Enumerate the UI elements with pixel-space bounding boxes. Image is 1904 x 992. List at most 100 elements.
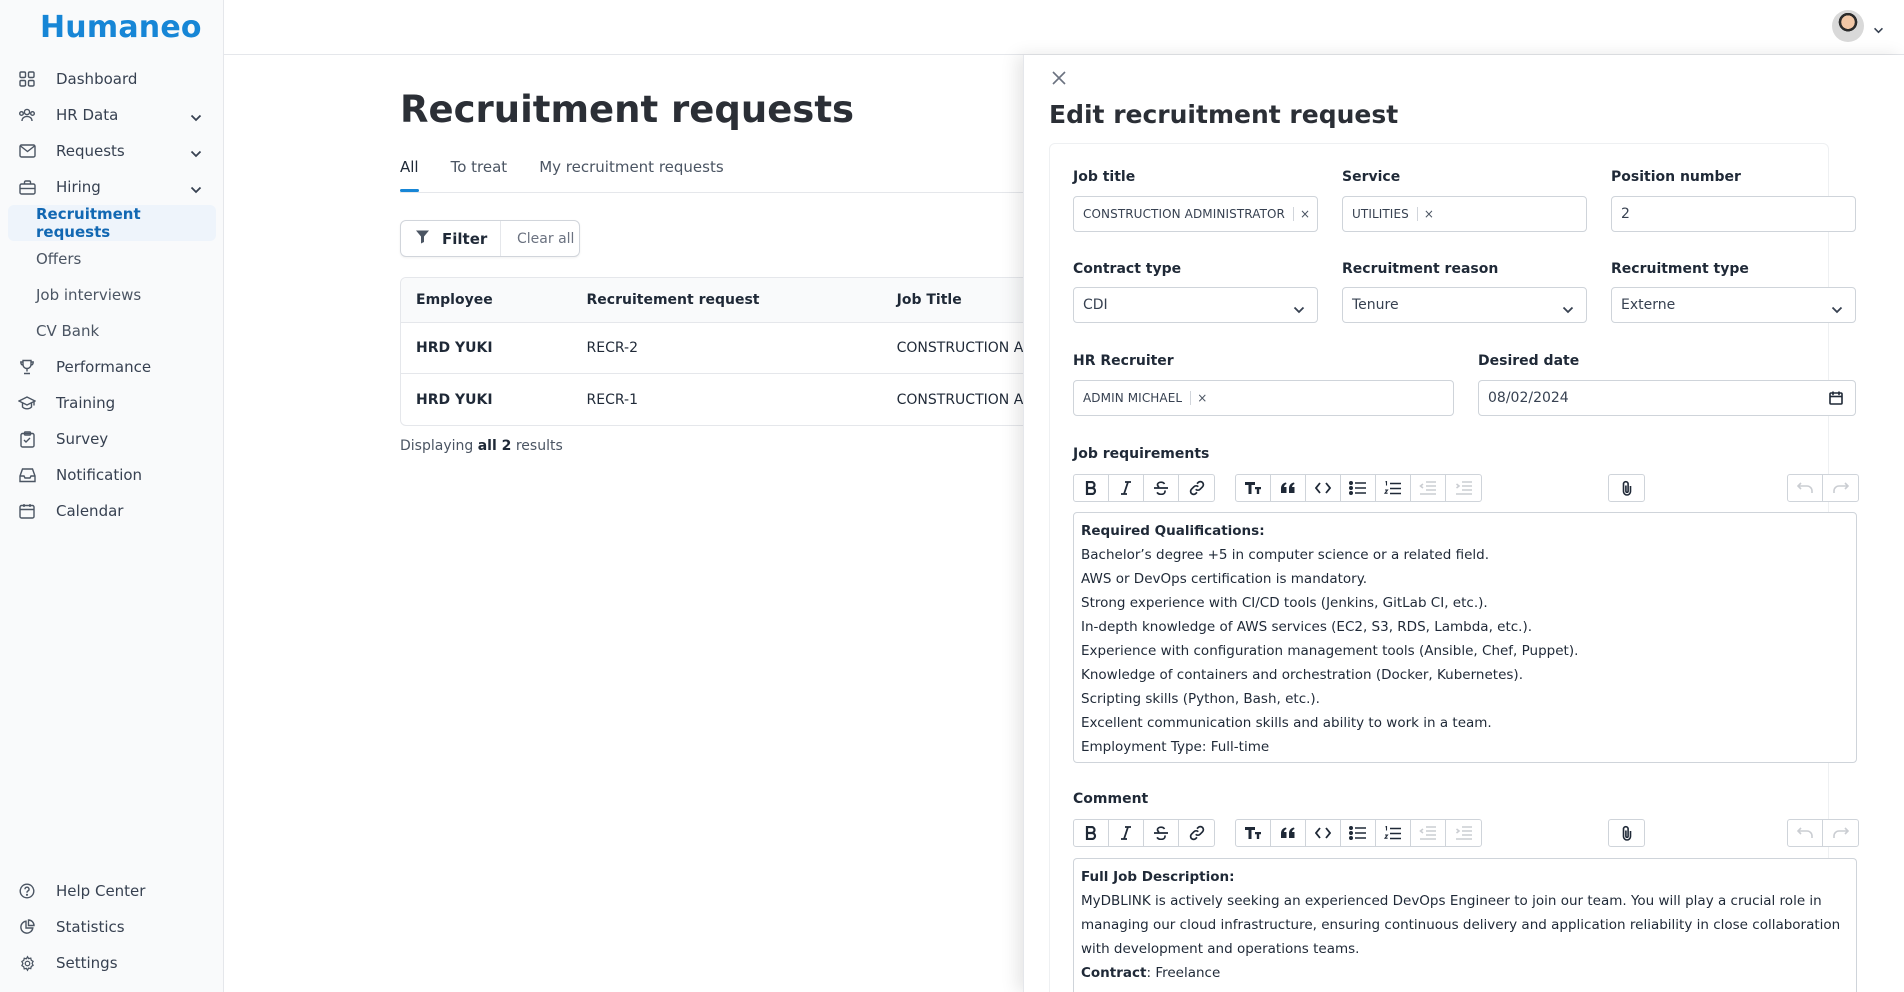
sidebar-item-label: Dashboard — [56, 70, 138, 88]
mail-icon — [18, 142, 36, 160]
table-row[interactable]: HRD YUKI RECR-1 CONSTRUCTION AD — [401, 374, 1099, 425]
italic-button[interactable] — [1109, 475, 1144, 501]
sidebar-item-cv-bank[interactable]: CV Bank — [8, 313, 216, 349]
undo-button[interactable] — [1788, 820, 1823, 846]
remove-icon[interactable]: × — [1197, 391, 1207, 405]
quote-button[interactable] — [1271, 820, 1306, 846]
chart-icon — [18, 918, 36, 936]
sidebar-item-settings[interactable]: Settings — [8, 945, 216, 981]
bullet-list-button[interactable] — [1341, 475, 1376, 501]
inbox-icon — [18, 466, 36, 484]
position-number-input[interactable]: 2 — [1611, 196, 1856, 232]
toolbar-group-attach — [1608, 474, 1645, 502]
sidebar-item-dashboard[interactable]: Dashboard — [8, 61, 216, 97]
graduation-icon — [18, 394, 36, 412]
attach-icon[interactable] — [1609, 820, 1644, 846]
recruitment-type-select[interactable]: Externe — [1611, 287, 1856, 323]
filter-icon — [415, 229, 430, 248]
sidebar-item-offers[interactable]: Offers — [8, 241, 216, 277]
bottom-nav: Help Center Statistics Settings — [8, 873, 216, 981]
indent-button[interactable] — [1446, 475, 1481, 501]
sidebar-item-survey[interactable]: Survey — [8, 421, 216, 457]
remove-icon[interactable]: × — [1424, 207, 1434, 221]
code-button[interactable] — [1306, 475, 1341, 501]
sidebar-item-label: Settings — [56, 954, 118, 972]
sidebar-item-label: Survey — [56, 430, 109, 448]
numbered-list-button[interactable] — [1376, 820, 1411, 846]
redo-button[interactable] — [1823, 475, 1858, 501]
contract-type-select[interactable]: CDI — [1073, 287, 1318, 323]
chevron-down-icon[interactable] — [190, 180, 202, 198]
toolbar-group-format — [1073, 474, 1215, 502]
outdent-button[interactable] — [1411, 820, 1446, 846]
comment-toolbar — [1073, 819, 1859, 847]
undo-button[interactable] — [1788, 475, 1823, 501]
clear-all-button[interactable]: Clear all — [501, 231, 574, 247]
toolbar-group-blocks — [1235, 474, 1482, 502]
attach-icon[interactable] — [1609, 475, 1644, 501]
italic-button[interactable] — [1109, 820, 1144, 846]
desired-date-input[interactable]: 08/02/2024 — [1478, 380, 1856, 416]
filter-button[interactable]: Filter — [401, 221, 501, 256]
drawer-title: Edit recruitment request — [1049, 100, 1399, 129]
code-button[interactable] — [1306, 820, 1341, 846]
outdent-button[interactable] — [1411, 475, 1446, 501]
sidebar-item-performance[interactable]: Performance — [8, 349, 216, 385]
calendar-icon[interactable] — [1829, 391, 1843, 409]
chevron-down-icon[interactable] — [190, 144, 202, 162]
table-row[interactable]: HRD YUKI RECR-2 CONSTRUCTION AD — [401, 323, 1099, 374]
tab-to-treat[interactable]: To treat — [451, 150, 508, 192]
bullet-list-button[interactable] — [1341, 820, 1376, 846]
sidebar-item-recruitment-requests[interactable]: Recruitment requests — [8, 205, 216, 241]
avatar[interactable] — [1832, 10, 1864, 42]
sidebar-item-help-center[interactable]: Help Center — [8, 873, 216, 909]
strikethrough-button[interactable] — [1144, 820, 1179, 846]
bold-button[interactable] — [1074, 475, 1109, 501]
tab-my-recruitment-requests[interactable]: My recruitment requests — [539, 150, 723, 192]
sidebar: Humaneo Dashboard HR Data Requests Hirin… — [0, 0, 224, 992]
editor-line: Knowledge of containers and orchestratio… — [1081, 667, 1523, 683]
comment-editor[interactable]: Full Job Description: MyDBLINK is active… — [1073, 858, 1857, 992]
chevron-down-icon[interactable] — [1873, 20, 1884, 38]
remove-icon[interactable]: × — [1300, 207, 1310, 221]
numbered-list-button[interactable] — [1376, 475, 1411, 501]
heading-button[interactable] — [1236, 475, 1271, 501]
sidebar-item-job-interviews[interactable]: Job interviews — [8, 277, 216, 313]
redo-button[interactable] — [1823, 820, 1858, 846]
indent-button[interactable] — [1446, 820, 1481, 846]
recruitment-reason-select[interactable]: Tenure — [1342, 287, 1587, 323]
sidebar-item-label: HR Data — [56, 106, 119, 124]
sidebar-item-statistics[interactable]: Statistics — [8, 909, 216, 945]
bold-button[interactable] — [1074, 820, 1109, 846]
chevron-down-icon[interactable] — [190, 108, 202, 126]
heading-button[interactable] — [1236, 820, 1271, 846]
sidebar-item-requests[interactable]: Requests — [8, 133, 216, 169]
sidebar-item-hiring[interactable]: Hiring — [8, 169, 216, 205]
contract-label: Contract — [1081, 965, 1147, 981]
sidebar-item-training[interactable]: Training — [8, 385, 216, 421]
sidebar-item-hr-data[interactable]: HR Data — [8, 97, 216, 133]
sidebar-item-calendar[interactable]: Calendar — [8, 493, 216, 529]
contract-value: : Freelance — [1146, 965, 1221, 981]
job-requirements-editor[interactable]: Required Qualifications: Bachelor’s degr… — [1073, 512, 1857, 763]
tab-all[interactable]: All — [400, 150, 419, 192]
service-label: Service — [1342, 169, 1401, 185]
close-icon[interactable] — [1051, 70, 1067, 90]
link-button[interactable] — [1179, 820, 1214, 846]
job-requirements-label: Job requirements — [1073, 446, 1210, 462]
sidebar-item-notification[interactable]: Notification — [8, 457, 216, 493]
link-button[interactable] — [1179, 475, 1214, 501]
service-field[interactable]: UTILITIES × — [1342, 196, 1587, 232]
quote-button[interactable] — [1271, 475, 1306, 501]
strikethrough-button[interactable] — [1144, 475, 1179, 501]
editor-heading: Full Job Description: — [1081, 869, 1235, 885]
column-header-recruitment-request[interactable]: Recruitement request — [572, 292, 882, 308]
column-header-employee[interactable]: Employee — [401, 292, 572, 308]
editor-line: Scripting skills (Python, Bash, etc.). — [1081, 691, 1320, 707]
toolbar-group-blocks — [1235, 819, 1482, 847]
job-title-field[interactable]: CONSTRUCTION ADMINISTRATOR × — [1073, 196, 1318, 232]
comment-label: Comment — [1073, 791, 1149, 807]
hr-recruiter-field[interactable]: ADMIN MICHAEL × — [1073, 380, 1454, 416]
editor-line: Bachelor’s degree +5 in computer science… — [1081, 547, 1489, 563]
editor-line: AWS or DevOps certification is mandatory… — [1081, 571, 1368, 587]
